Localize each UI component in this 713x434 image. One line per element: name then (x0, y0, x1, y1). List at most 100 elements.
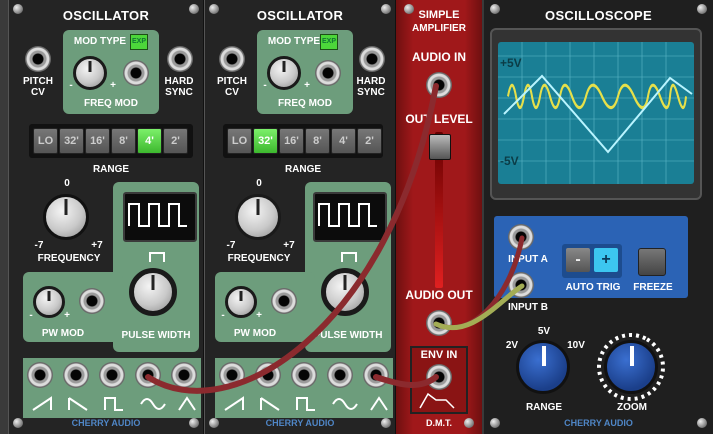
out-jack-sine[interactable] (135, 362, 161, 388)
out-jack-saw-up[interactable] (27, 362, 53, 388)
range-button-2[interactable]: 2' (357, 128, 382, 154)
brand-label: CHERRY AUDIO (265, 418, 335, 428)
zoom-scale-ticks (597, 333, 665, 401)
pulse-width-knob[interactable] (321, 268, 369, 316)
range-button-32[interactable]: 32' (253, 128, 278, 154)
minus5v-label: -5V (500, 154, 519, 168)
range-button-4[interactable]: 4' (331, 128, 356, 154)
out-jack-triangle[interactable] (363, 362, 389, 388)
out-level-slider-handle[interactable] (429, 134, 451, 160)
out-jack-saw-down[interactable] (255, 362, 281, 388)
freq-mod-jack[interactable] (315, 60, 341, 86)
pw-mod-jack[interactable] (271, 288, 297, 314)
waveform-icons (32, 396, 196, 411)
hard-sync-jack[interactable] (359, 46, 385, 72)
pulse-icon (341, 252, 357, 262)
range-knob[interactable] (516, 340, 570, 394)
freq-mod-minus: - (263, 80, 267, 91)
pw-mod-label: PW MOD (41, 328, 85, 339)
input-b-jack[interactable] (508, 272, 534, 298)
freq-mod-plus: + (110, 80, 116, 91)
oscilloscope-module: OSCILLOSCOPE +5V -5V INPUT A INPUT B - +… (484, 0, 713, 434)
out-jack-saw-up[interactable] (219, 362, 245, 388)
range-button-8[interactable]: 8' (111, 128, 136, 154)
frequency-label: FREQUENCY (37, 253, 101, 264)
input-b-label: INPUT B (508, 302, 548, 313)
pw-mod-knob[interactable] (33, 286, 65, 318)
input-a-jack[interactable] (508, 224, 534, 250)
range-button-16[interactable]: 16' (85, 128, 110, 154)
module-title: OSCILLATOR (256, 8, 344, 23)
pw-mod-minus: - (221, 310, 225, 321)
range-button-4[interactable]: 4' (137, 128, 162, 154)
pw-mod-knob[interactable] (225, 286, 257, 318)
range-button-16[interactable]: 16' (279, 128, 304, 154)
freeze-button[interactable] (638, 248, 666, 276)
audio-out-label: AUDIO OUT (405, 288, 473, 302)
range-button-32[interactable]: 32' (59, 128, 84, 154)
waveform-icons (224, 396, 388, 411)
pitch-cv-label: PITCH CV (217, 76, 247, 98)
freq-mod-label: FREQ MOD (84, 98, 138, 109)
out-jack-pulse[interactable] (99, 362, 125, 388)
mod-type-label: MOD TYPE (73, 36, 127, 47)
oscillator-module-2: OSCILLATOR PITCH CV MOD TYPE EXP - + FRE… (204, 0, 396, 434)
pw-mod-minus: - (29, 310, 33, 321)
pulse-icon (149, 252, 165, 262)
frequency-max-label: +7 (283, 240, 295, 251)
range-button-2[interactable]: 2' (163, 128, 188, 154)
exp-toggle[interactable]: EXP (130, 34, 148, 50)
exp-toggle[interactable]: EXP (320, 34, 338, 50)
out-jack-saw-down[interactable] (63, 362, 89, 388)
auto-trig-label: AUTO TRIG (565, 282, 621, 293)
out-level-label: OUT LEVEL (405, 112, 473, 126)
module-title: OSCILLOSCOPE (545, 8, 652, 23)
hard-sync-label: HARD SYNC (356, 76, 386, 98)
waveform-display (313, 192, 387, 242)
envelope-icon (419, 392, 455, 409)
input-a-label: INPUT A (508, 254, 548, 265)
out-jack-sine[interactable] (327, 362, 353, 388)
brand-label: CHERRY AUDIO (564, 418, 633, 428)
range-label: RANGE (525, 402, 563, 413)
pitch-cv-jack[interactable] (219, 46, 245, 72)
amplifier-module: SIMPLE AMPLIFIER AUDIO IN OUT LEVEL AUDI… (396, 0, 482, 434)
pw-mod-plus: + (256, 310, 262, 321)
range-5v-label: 5V (537, 326, 551, 337)
amp-title-2: AMPLIFIER (412, 23, 466, 34)
zoom-label: ZOOM (617, 402, 647, 413)
pitch-cv-label: PITCH CV (23, 76, 53, 98)
pulse-width-knob[interactable] (129, 268, 177, 316)
trig-plus-button[interactable]: + (594, 248, 618, 272)
waveform-display (123, 192, 197, 242)
module-title: OSCILLATOR (62, 8, 150, 23)
frequency-max-label: +7 (91, 240, 103, 251)
brand-label: CHERRY AUDIO (71, 418, 141, 428)
range-button-8[interactable]: 8' (305, 128, 330, 154)
freq-mod-knob[interactable] (73, 56, 107, 90)
audio-out-jack[interactable] (426, 310, 452, 336)
frequency-knob[interactable] (235, 194, 281, 240)
oscillator-module-1: OSCILLATOR PITCH CV MOD TYPE EXP - + FRE… (8, 0, 204, 434)
out-jack-triangle[interactable] (171, 362, 197, 388)
range-button-lo[interactable]: LO (227, 128, 252, 154)
out-jack-pulse[interactable] (291, 362, 317, 388)
amp-title-1: SIMPLE (418, 9, 460, 21)
range-label: RANGE (284, 164, 322, 175)
pitch-cv-jack[interactable] (25, 46, 51, 72)
trig-minus-button[interactable]: - (566, 248, 590, 272)
range-2v-label: 2V (505, 340, 519, 351)
env-in-jack[interactable] (426, 364, 452, 390)
range-button-lo[interactable]: LO (33, 128, 58, 154)
plus5v-label: +5V (500, 56, 522, 70)
audio-in-label: AUDIO IN (412, 50, 466, 64)
audio-in-jack[interactable] (426, 72, 452, 98)
frequency-zero-label: 0 (64, 178, 70, 189)
pw-mod-jack[interactable] (79, 288, 105, 314)
freq-mod-knob[interactable] (267, 56, 301, 90)
frequency-knob[interactable] (43, 194, 89, 240)
freq-mod-label: FREQ MOD (278, 98, 332, 109)
hard-sync-jack[interactable] (167, 46, 193, 72)
pw-mod-plus: + (64, 310, 70, 321)
freq-mod-jack[interactable] (123, 60, 149, 86)
